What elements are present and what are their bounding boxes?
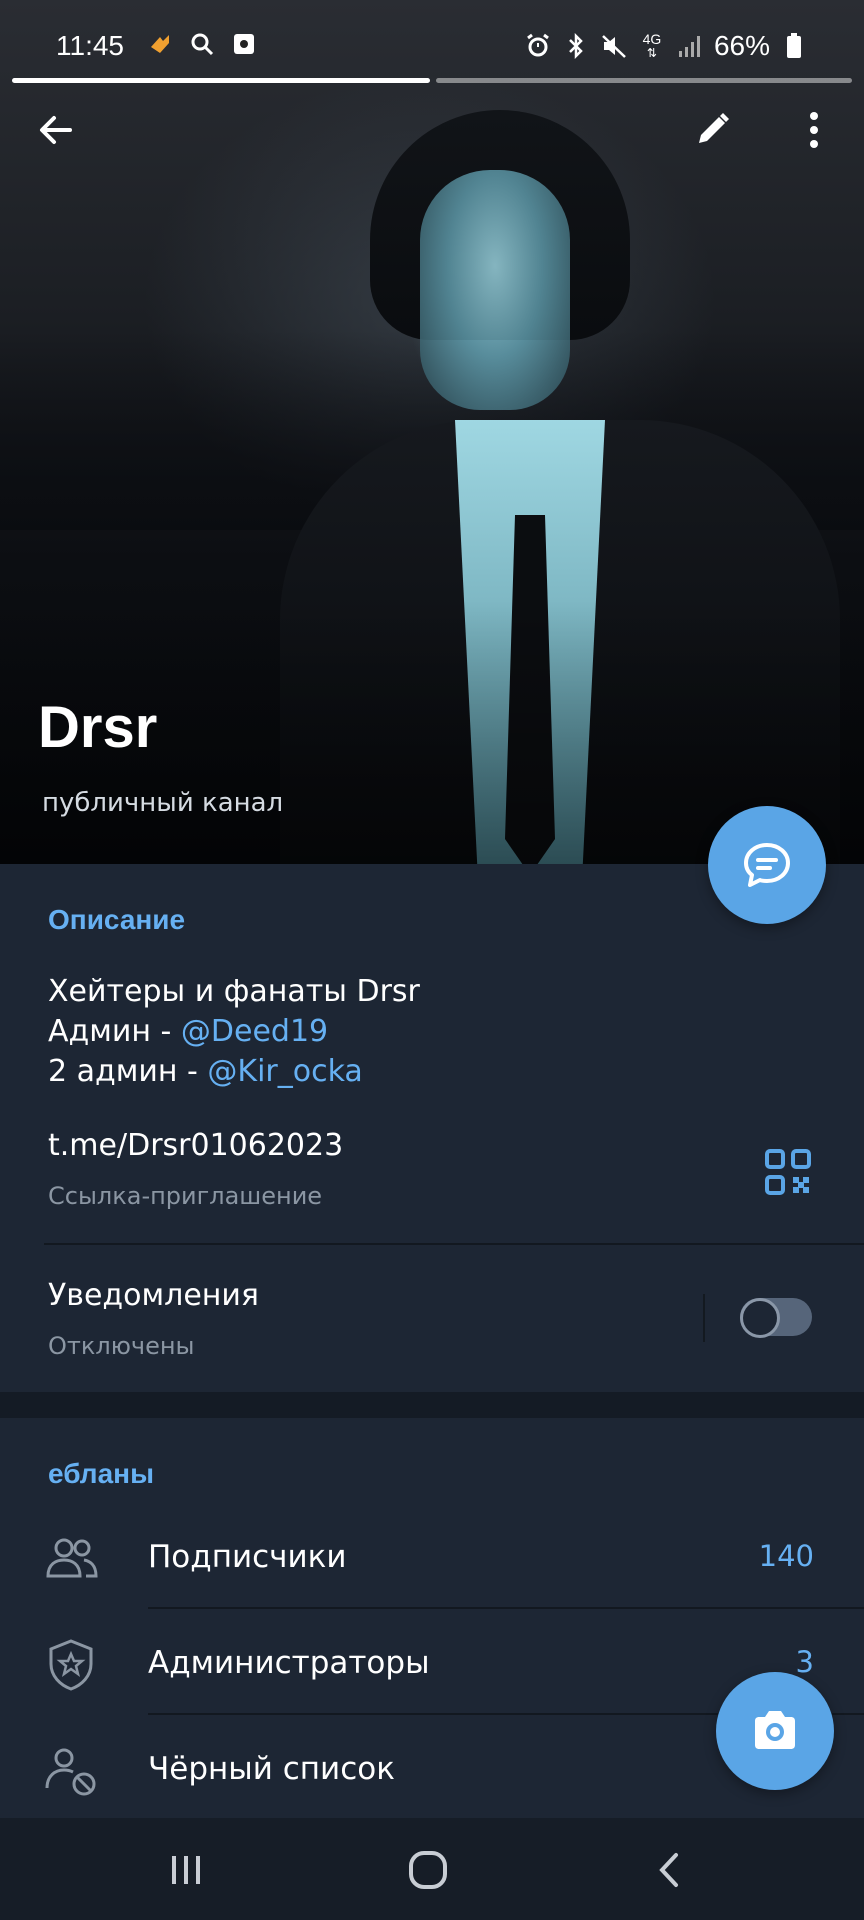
system-back-button[interactable] (640, 1840, 700, 1900)
qr-code-icon[interactable] (764, 1148, 812, 1196)
system-navigation-bar (0, 1818, 864, 1920)
home-button[interactable] (398, 1840, 458, 1900)
description-heading: Описание (48, 904, 186, 935)
edit-button[interactable] (680, 98, 744, 162)
divider (148, 1607, 864, 1609)
channel-title: Drsr (38, 695, 158, 760)
more-vert-icon (810, 112, 818, 148)
blacklist-label: Чёрный список (148, 1751, 395, 1787)
mute-icon (600, 32, 628, 60)
section-gap (0, 1392, 864, 1418)
subscribers-row[interactable]: Подписчики 140 (0, 1506, 864, 1612)
search-icon (188, 30, 216, 58)
notifications-title[interactable]: Уведомления (48, 1278, 259, 1313)
recent-apps-button[interactable] (156, 1840, 216, 1900)
status-bar: 11:45 4G ⇅ 66% (0, 0, 864, 83)
admin-shield-icon (42, 1636, 100, 1694)
battery-percent: 66% (713, 30, 770, 61)
alarm-icon (524, 32, 552, 60)
back-arrow-icon (40, 116, 72, 144)
pencil-icon (699, 113, 729, 143)
members-heading: ебланы (48, 1458, 154, 1489)
bluetooth-icon (562, 32, 590, 60)
administrators-count: 3 (795, 1645, 814, 1679)
photo-progress-inactive (436, 78, 852, 83)
invite-link-label: Ссылка-приглашение (48, 1182, 323, 1210)
screenshot-icon (230, 30, 258, 58)
discussion-button[interactable] (708, 806, 826, 924)
admin2-mention-link[interactable]: @Kir_ocka (207, 1054, 362, 1089)
divider (44, 1243, 864, 1245)
toggle-knob (740, 1298, 780, 1338)
more-options-button[interactable] (782, 98, 846, 162)
chat-bubble-icon (744, 843, 790, 887)
subscribers-count: 140 (758, 1539, 814, 1573)
camera-icon (755, 1711, 795, 1749)
status-time: 11:45 (56, 30, 124, 61)
photo-progress-active (12, 78, 430, 83)
subscribers-label: Подписчики (148, 1539, 347, 1575)
notifications-toggle[interactable] (740, 1298, 812, 1338)
administrators-label: Администраторы (148, 1645, 430, 1681)
invite-link[interactable]: t.me/Drsr01062023 (48, 1128, 343, 1163)
back-button[interactable] (24, 98, 88, 162)
network-icon: 4G ⇅ (642, 31, 662, 60)
set-photo-button[interactable] (716, 1672, 834, 1790)
flame-icon (146, 30, 174, 58)
top-app-bar (0, 98, 864, 162)
recents-icon (172, 1856, 200, 1884)
chevron-left-icon (659, 1853, 678, 1887)
battery-icon (780, 32, 808, 60)
channel-info-section: Описание Хейтеры и фанаты Drsr Админ - @… (0, 864, 864, 1392)
admin-mention-link[interactable]: @Deed19 (181, 1014, 328, 1049)
channel-subtitle: публичный канал (42, 788, 284, 818)
signal-icon (676, 32, 704, 60)
vertical-separator (703, 1294, 705, 1342)
home-icon (409, 1851, 447, 1889)
blacklist-icon (42, 1742, 100, 1800)
notifications-status: Отключены (48, 1332, 195, 1360)
subscribers-icon (42, 1530, 100, 1588)
description-text: Хейтеры и фанаты Drsr Админ - @Deed19 2 … (48, 974, 420, 1089)
